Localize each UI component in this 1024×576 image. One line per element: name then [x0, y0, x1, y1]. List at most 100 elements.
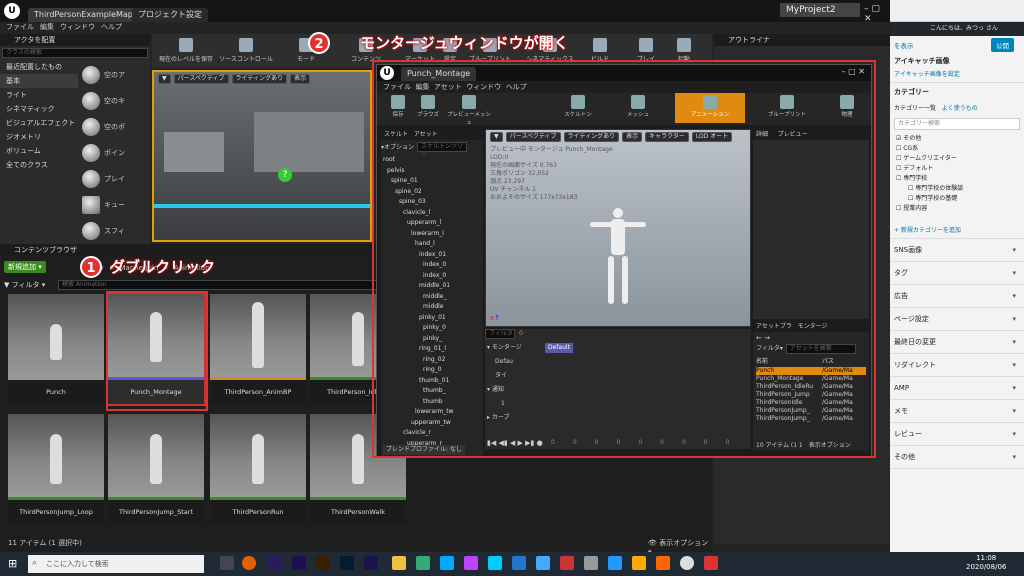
asset-tile[interactable]: Punch — [8, 294, 104, 404]
asset-tile[interactable]: ThirdPerson_AnimBP — [210, 294, 306, 404]
menu-help[interactable]: ヘルプ — [101, 23, 122, 31]
level-block — [254, 112, 364, 172]
add-new-button[interactable]: 新規追加 ▾ — [4, 261, 46, 273]
level-viewport[interactable]: ▼ パースペクティブ ライティングあり 表示 ? — [152, 70, 372, 242]
source-control-button[interactable]: ソースコントロール — [218, 36, 274, 66]
sphere-icon — [82, 222, 100, 240]
lighting-button[interactable]: ライティングあり — [231, 74, 288, 84]
tab-map[interactable]: ThirdPersonExampleMap — [28, 8, 139, 22]
category-vfx[interactable]: ビジュアルエフェクト — [0, 116, 78, 130]
wp-metabox[interactable]: SNS画像 ▾ — [890, 239, 1024, 262]
menu-file[interactable]: ファイル — [6, 23, 34, 31]
asset-tile[interactable]: ThirdPersonJump_Start — [108, 414, 204, 524]
app-icon[interactable] — [440, 556, 454, 570]
wp-metabox[interactable]: メモ ▾ — [890, 400, 1024, 423]
photoshop-icon[interactable] — [340, 556, 354, 570]
app-icon[interactable] — [512, 556, 526, 570]
place-item[interactable]: キュー — [82, 192, 148, 218]
category-all-classes[interactable]: 全てのクラス — [0, 158, 78, 172]
app-icon[interactable] — [584, 556, 598, 570]
file-explorer-icon[interactable] — [392, 556, 406, 570]
app-icon[interactable] — [608, 556, 622, 570]
asset-search-input[interactable]: 検索 Animation — [58, 280, 378, 290]
wp-metabox[interactable]: 最終日の変更 ▾ — [890, 331, 1024, 354]
task-view-icon[interactable] — [220, 556, 234, 570]
wp-eyecatch-link[interactable]: アイキャッチ画像を設定 — [894, 69, 1020, 78]
menu-window[interactable]: ウィンドウ — [60, 23, 95, 31]
place-item[interactable]: 空のア — [82, 62, 148, 88]
step-1-badge: 1 — [80, 256, 102, 278]
class-search-input[interactable]: クラスの検索 — [2, 48, 148, 58]
taskbar-search-input[interactable]: ここに入力して検索 — [28, 555, 204, 573]
category-cinematic[interactable]: シネマティック — [0, 102, 78, 116]
app-icon[interactable] — [560, 556, 574, 570]
window-controls[interactable]: – ▢ ✕ — [864, 4, 890, 24]
wp-metabox[interactable]: ページ設定 ▾ — [890, 308, 1024, 331]
category-lights[interactable]: ライト — [0, 88, 78, 102]
app-icon[interactable] — [536, 556, 550, 570]
asset-tile[interactable]: ThirdPersonRun — [210, 414, 306, 524]
illustrator-icon[interactable] — [316, 556, 330, 570]
media-encoder-icon[interactable] — [364, 556, 378, 570]
wp-metabox[interactable]: タグ ▾ — [890, 262, 1024, 285]
category-basic[interactable]: 基本 — [0, 74, 78, 88]
perspective-button[interactable]: パースペクティブ — [173, 74, 229, 84]
place-actors-title: アクタを配置 — [0, 34, 150, 46]
outliner-title: アウトライナ — [714, 34, 890, 46]
place-item[interactable]: プレイ — [82, 166, 148, 192]
wp-category-label: 専門学校の基礎 — [915, 195, 958, 202]
wp-category-checkbox[interactable]: ☑ その他 — [894, 134, 1020, 144]
windows-start-icon[interactable]: ⊞ — [8, 557, 17, 570]
place-item-label: ポイン — [104, 149, 125, 157]
wp-category-checkbox[interactable]: ☐ ゲームクリエイター — [894, 154, 1020, 164]
wp-preview-link[interactable]: を表示 — [894, 40, 914, 50]
chevron-down-icon: ▾ — [1012, 430, 1016, 438]
wp-metabox[interactable]: その他 ▾ — [890, 446, 1024, 469]
menu-edit[interactable]: 編集 — [40, 23, 54, 31]
step-2-badge: 2 — [308, 32, 330, 54]
place-item[interactable]: ポイン — [82, 140, 148, 166]
wp-category-checkbox[interactable]: ☐ CG系 — [894, 144, 1020, 154]
wp-category-tab-all[interactable]: カテゴリー一覧 — [894, 105, 936, 112]
after-effects-icon[interactable] — [292, 556, 306, 570]
show-button[interactable]: 表示 — [290, 74, 311, 84]
wp-category-checkbox[interactable]: ☐ 授業内容 — [894, 204, 1020, 214]
wp-category-search[interactable]: カテゴリー検索 — [894, 118, 1020, 130]
app-icon[interactable] — [464, 556, 478, 570]
wp-category-checkbox[interactable]: ☐ デフォルト — [894, 164, 1020, 174]
filter-button[interactable]: ▼ フィルタ ▾ — [4, 280, 45, 290]
app-icon[interactable] — [656, 556, 670, 570]
app-icon[interactable] — [632, 556, 646, 570]
wp-category-checkbox[interactable]: ☐ 専門学校の体験談 — [894, 184, 1020, 194]
category-geometry[interactable]: ジオメトリ — [0, 130, 78, 144]
wp-category-tab-popular[interactable]: よく使うもの — [942, 105, 978, 112]
tab-project-settings[interactable]: プロジェクト設定 — [132, 8, 208, 22]
app-icon[interactable] — [416, 556, 430, 570]
place-item[interactable]: 空のキ — [82, 88, 148, 114]
unreal-taskbar-icon[interactable] — [680, 556, 694, 570]
wp-category-checkbox[interactable]: ☐ 専門学校の基礎 — [894, 194, 1020, 204]
wp-metabox[interactable]: レビュー ▾ — [890, 423, 1024, 446]
app-icon[interactable] — [704, 556, 718, 570]
save-level-button[interactable]: 現在のレベルを保存 — [158, 36, 214, 66]
place-item[interactable]: 空のポ — [82, 114, 148, 140]
category-recent[interactable]: 最近配置したもの — [0, 60, 78, 74]
taskbar-clock[interactable]: 11:08 2020/08/06 — [966, 554, 1006, 572]
app-icon[interactable] — [488, 556, 502, 570]
category-volumes[interactable]: ボリューム — [0, 144, 78, 158]
viewport-menu-button[interactable]: ▼ — [158, 74, 171, 84]
place-item[interactable]: スフィ — [82, 218, 148, 244]
wp-metabox[interactable]: AMP ▾ — [890, 377, 1024, 400]
firefox-icon[interactable] — [242, 556, 256, 570]
place-item-label: 空のア — [104, 71, 125, 79]
nav-line — [154, 204, 370, 208]
asset-tile[interactable]: ThirdPersonJump_Loop — [8, 414, 104, 524]
wp-metabox[interactable]: リダイレクト ▾ — [890, 354, 1024, 377]
wp-category-checkbox[interactable]: ☐ 専門学校 — [894, 174, 1020, 184]
premiere-icon[interactable] — [268, 556, 282, 570]
wp-metabox[interactable]: 広告 ▾ — [890, 285, 1024, 308]
wp-new-category-link[interactable]: + 新規カテゴリーを追加 — [894, 225, 961, 234]
wp-publish-button[interactable]: 公開 — [991, 38, 1014, 52]
chevron-down-icon: ▾ — [1012, 453, 1016, 461]
place-item-label: 空のキ — [104, 97, 125, 105]
